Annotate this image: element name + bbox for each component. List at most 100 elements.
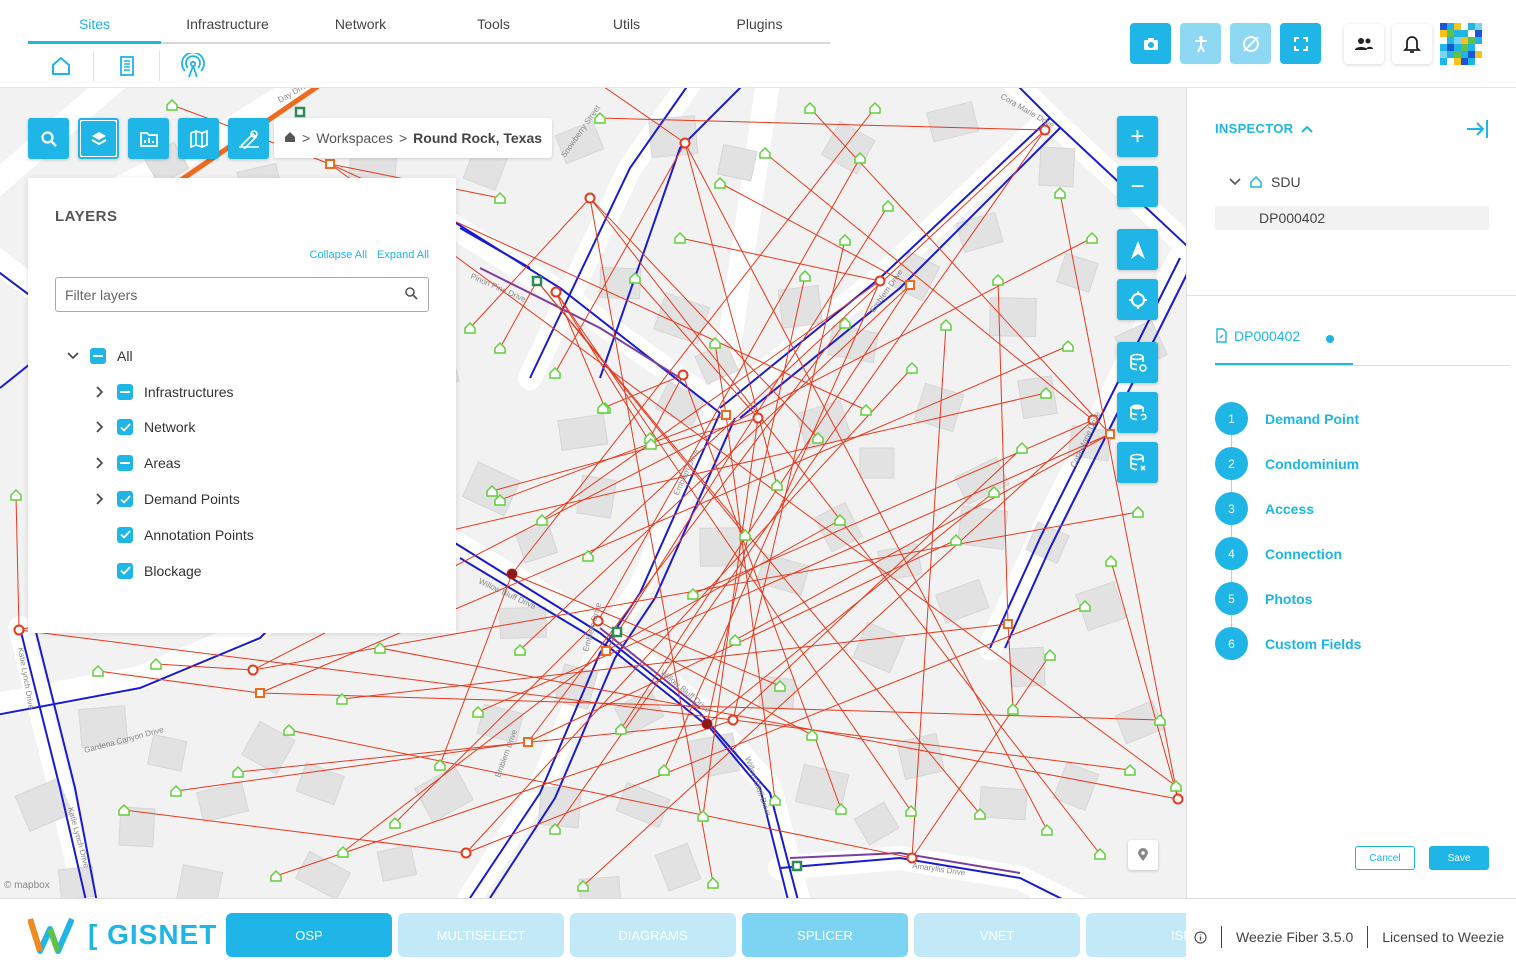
accessibility-icon[interactable] <box>1180 23 1221 64</box>
module-isp[interactable]: ISP <box>1086 913 1186 957</box>
selected-demand-point[interactable]: DP000402 <box>1215 206 1489 230</box>
layer-row[interactable]: Infrastructures <box>64 374 254 410</box>
user-avatar-logo[interactable] <box>1440 23 1482 65</box>
demand-point[interactable] <box>1054 186 1066 199</box>
layers-icon[interactable] <box>78 118 119 159</box>
drop-cable[interactable] <box>589 197 714 884</box>
splice-closure[interactable] <box>523 737 533 747</box>
demand-point[interactable] <box>714 176 726 189</box>
demand-point[interactable] <box>1170 779 1182 792</box>
step-photos[interactable]: 5 Photos <box>1215 576 1361 621</box>
no-location-icon[interactable] <box>1230 23 1271 64</box>
checkbox-checked[interactable] <box>117 526 133 543</box>
info-icon[interactable] <box>1194 930 1207 944</box>
checkbox-checked[interactable] <box>117 491 133 508</box>
distribution-point[interactable] <box>584 192 596 204</box>
demand-point[interactable] <box>472 705 484 718</box>
demand-point[interactable] <box>729 633 741 646</box>
zoom-in-button[interactable]: + <box>1117 116 1158 157</box>
demand-point[interactable] <box>118 803 130 816</box>
demand-point[interactable] <box>905 804 917 817</box>
demand-point[interactable] <box>658 763 670 776</box>
module-multiselect[interactable]: MULTISELECT <box>398 913 564 957</box>
demand-point[interactable] <box>1016 441 1028 454</box>
bell-icon[interactable] <box>1392 24 1432 64</box>
chevron-right-icon[interactable] <box>91 383 109 401</box>
inspector-tree-node[interactable]: SDU <box>1229 174 1301 190</box>
demand-point[interactable] <box>170 784 182 797</box>
module-diagrams[interactable]: DIAGRAMS <box>570 913 736 957</box>
demand-point[interactable] <box>860 403 872 416</box>
demand-point[interactable] <box>166 98 178 111</box>
checkbox-checked[interactable] <box>117 419 133 436</box>
layer-row[interactable]: Demand Points <box>64 481 254 517</box>
pin-icon[interactable] <box>1128 840 1158 870</box>
step-custom-fields[interactable]: 6 Custom Fields <box>1215 621 1361 666</box>
splice-closure[interactable] <box>325 159 335 169</box>
distribution-point[interactable] <box>874 275 886 287</box>
demand-point[interactable] <box>494 341 506 354</box>
demand-point[interactable] <box>992 273 1004 286</box>
step-demand-point[interactable]: 1 Demand Point <box>1215 396 1361 441</box>
indeterminate-checkbox[interactable] <box>117 455 133 472</box>
splice-closure[interactable] <box>1105 429 1115 439</box>
selected-node[interactable] <box>507 569 517 579</box>
distribution-point[interactable] <box>550 286 562 298</box>
demand-point[interactable] <box>707 876 719 889</box>
mapbox-attribution[interactable]: © mapbox <box>4 880 50 891</box>
splice-closure[interactable] <box>721 410 731 420</box>
cabinet-node[interactable] <box>791 860 803 872</box>
demand-point[interactable] <box>1132 505 1144 518</box>
filter-layers-input[interactable] <box>55 277 429 312</box>
cabinet-node[interactable] <box>611 626 623 638</box>
camera-icon[interactable] <box>1130 23 1171 64</box>
cancel-button[interactable]: Cancel <box>1355 846 1415 870</box>
demand-point[interactable] <box>804 101 816 114</box>
distribution-point[interactable] <box>247 664 259 676</box>
building-icon[interactable] <box>94 51 160 81</box>
chevron-right-icon[interactable] <box>91 490 109 508</box>
demand-point[interactable] <box>869 101 881 114</box>
demand-point[interactable] <box>270 869 282 882</box>
demand-point[interactable] <box>940 318 952 331</box>
drop-cable[interactable] <box>123 809 467 854</box>
demand-point[interactable] <box>771 478 783 491</box>
chevron-right-icon[interactable] <box>91 418 109 436</box>
save-button[interactable]: Save <box>1429 846 1489 870</box>
zoom-out-button[interactable]: − <box>1117 166 1158 207</box>
antenna-icon[interactable] <box>160 51 226 81</box>
demand-point[interactable] <box>1041 823 1053 836</box>
chevron-down-icon[interactable] <box>64 347 82 365</box>
cabinet-node[interactable] <box>531 275 543 287</box>
demand-point[interactable] <box>1062 339 1074 352</box>
inspector-header[interactable]: INSPECTOR <box>1215 121 1314 136</box>
layer-row[interactable]: Network <box>64 410 254 446</box>
demand-point[interactable] <box>10 488 22 501</box>
splice-closure[interactable] <box>255 688 265 698</box>
tab-sites[interactable]: Sites <box>28 0 161 44</box>
indeterminate-checkbox[interactable] <box>117 383 133 400</box>
demand-point[interactable] <box>1044 648 1056 661</box>
distribution-point[interactable] <box>13 624 25 636</box>
drop-cable[interactable] <box>175 741 529 792</box>
demand-point[interactable] <box>374 641 386 654</box>
layer-row[interactable]: Blockage <box>64 553 254 589</box>
fullscreen-icon[interactable] <box>1280 23 1321 64</box>
demand-point[interactable] <box>1094 847 1106 860</box>
demand-point[interactable] <box>1007 702 1019 715</box>
step-connection[interactable]: 4 Connection <box>1215 531 1361 576</box>
distribution-point[interactable] <box>727 714 739 726</box>
users-icon[interactable] <box>1344 24 1384 64</box>
layer-row[interactable]: All <box>64 338 254 374</box>
indeterminate-checkbox[interactable] <box>90 347 106 364</box>
database-remove-icon[interactable] <box>1117 442 1158 483</box>
distribution-point[interactable] <box>460 847 472 859</box>
demand-point[interactable] <box>232 765 244 778</box>
locate-icon[interactable] <box>1117 279 1158 320</box>
north-arrow-icon[interactable] <box>1117 229 1158 270</box>
demand-point[interactable] <box>697 809 709 822</box>
demand-point[interactable] <box>839 233 851 246</box>
chevron-right-icon[interactable] <box>91 454 109 472</box>
drop-cable[interactable] <box>237 723 708 773</box>
splice-closure[interactable] <box>905 280 915 290</box>
